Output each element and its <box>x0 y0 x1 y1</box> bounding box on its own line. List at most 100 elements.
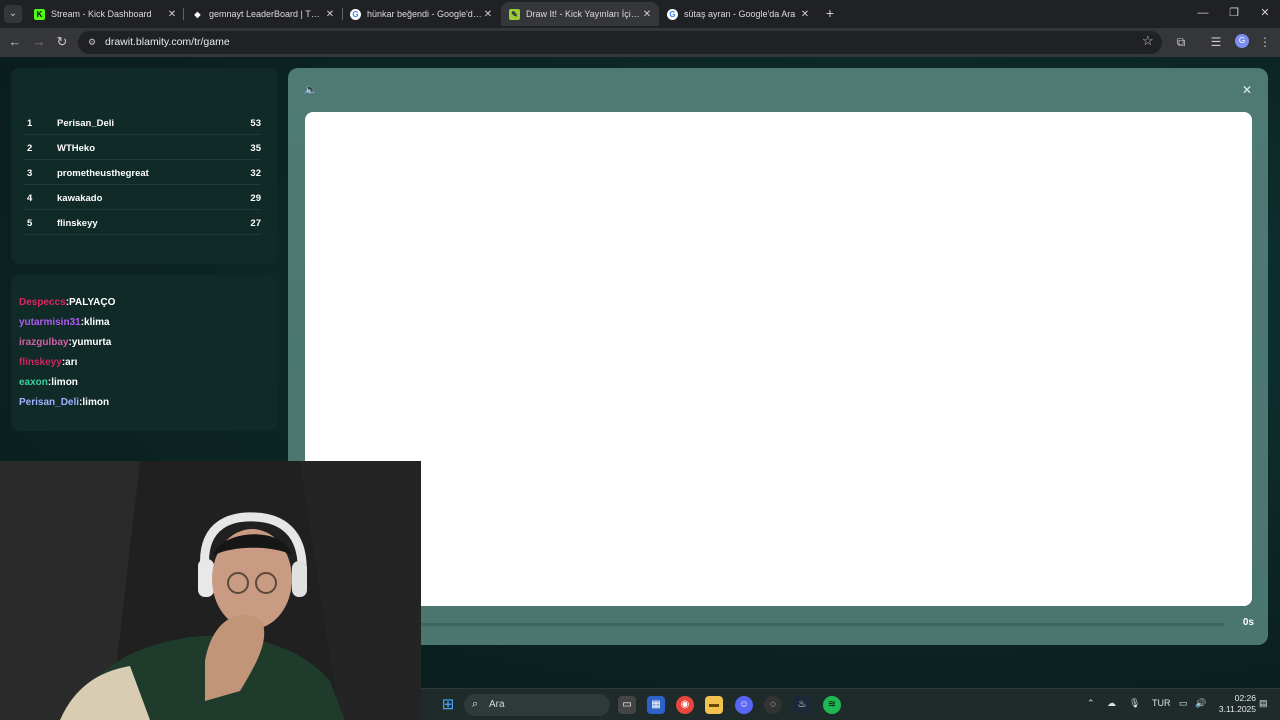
player-name: prometheusthegreat <box>57 168 149 179</box>
google-favicon-icon: G <box>667 8 678 20</box>
leaderboard-row: 3 prometheusthegreat 32 <box>23 161 261 185</box>
score: 29 <box>250 193 261 204</box>
notification-icon[interactable]: ▤ <box>1259 698 1268 709</box>
back-button[interactable]: ← <box>6 33 24 51</box>
tab-label: gemnayt LeaderBoard | The be <box>209 9 324 19</box>
reload-button[interactable]: ↻ <box>53 33 71 51</box>
language-indicator[interactable]: TUR <box>1152 698 1171 708</box>
chat-message: eaxon:limon <box>19 377 78 388</box>
score: 32 <box>250 168 261 179</box>
search-placeholder: Ara <box>489 699 505 710</box>
clock-date: 3.11.2025 <box>1218 704 1256 714</box>
timer-text: 0s <box>1242 617 1254 628</box>
tab-draw-it[interactable]: ✎ Draw It! - Kick Yayınları İçin Çiz ✕ <box>501 2 659 26</box>
chat-text: arı <box>65 357 78 368</box>
tab-label: Draw It! - Kick Yayınları İçin Çiz <box>526 9 641 19</box>
leaderboard-row-partial <box>23 236 261 260</box>
address-bar[interactable]: ⚙ drawit.blamity.com/tr/game ☆ <box>78 31 1162 54</box>
media-controls-icon[interactable]: ☰ <box>1207 33 1225 51</box>
diamond-favicon-icon: ◆ <box>194 9 201 19</box>
chat-user: yutarmisin31 <box>19 317 81 328</box>
chevron-up-icon[interactable]: ⌃ <box>1087 698 1095 709</box>
tab-label: Stream - Kick Dashboard <box>51 9 152 19</box>
taskbar-search[interactable]: ⌕ Ara <box>464 694 610 716</box>
clock[interactable]: 02:26 3.11.2025 <box>1216 693 1256 715</box>
store-icon[interactable]: ▦ <box>647 696 665 714</box>
drawit-favicon-icon: ✎ <box>509 8 520 20</box>
player-name: WTHeko <box>57 143 95 154</box>
chat-text: limon <box>51 377 78 388</box>
spotify-icon[interactable]: ≋ <box>823 696 841 714</box>
chat-user: Despeccs <box>19 297 66 308</box>
speaker-icon[interactable]: 🔈 <box>304 83 318 96</box>
chrome-icon[interactable]: ◉ <box>676 696 694 714</box>
minimize-button[interactable]: — <box>1193 4 1213 22</box>
tab-label: sütaş ayran - Google'da Ara <box>684 9 796 19</box>
chat-text: klima <box>84 317 110 328</box>
file-explorer-icon[interactable]: ▬ <box>705 696 723 714</box>
chat-user: Perisan_Deli <box>19 397 80 408</box>
chat-panel: Despeccs:PALYAÇO yutarmisin31:klima iraz… <box>11 275 277 431</box>
chat-user: eaxon <box>19 377 48 388</box>
windows-taskbar: ⊞ ⌕ Ara ▭ ▦ ◉ ▬ ☺ ◌ ♨ ≋ ⌃ ☁ 🎙 TUR ▭ 🔊 02… <box>421 688 1280 720</box>
clock-time: 02:26 <box>1234 693 1256 703</box>
microphone-icon[interactable]: 🎙 <box>1129 698 1140 709</box>
site-info-icon[interactable]: ⚙ <box>86 36 98 48</box>
tab-leaderboard[interactable]: ◆ gemnayt LeaderBoard | The be ✕ <box>184 2 342 26</box>
close-icon[interactable]: ✕ <box>166 9 178 20</box>
close-icon[interactable]: ✕ <box>799 9 811 20</box>
leaderboard-row: 5 flinskeyy 27 <box>23 211 261 235</box>
chat-message: irazgulbay:yumurta <box>19 337 112 348</box>
timer-progress-bar <box>305 623 1225 626</box>
player-name: kawakado <box>57 193 103 204</box>
close-icon[interactable]: ✕ <box>641 9 653 20</box>
rank: 1 <box>27 118 33 129</box>
webcam-overlay <box>0 461 421 720</box>
new-tab-button[interactable]: + <box>822 5 838 21</box>
discord-icon[interactable]: ☺ <box>735 696 753 714</box>
chat-message: Despeccs:PALYAÇO <box>19 297 116 308</box>
tab-google-sutas[interactable]: G sütaş ayran - Google'da Ara ✕ <box>659 2 817 26</box>
chat-message: Perisan_Deli:limon <box>19 397 110 408</box>
chat-text: PALYAÇO <box>69 297 116 308</box>
menu-icon[interactable]: ⋮ <box>1256 33 1274 51</box>
app-icon[interactable]: ◌ <box>764 696 782 714</box>
restore-button[interactable]: ❐ <box>1224 4 1244 22</box>
kick-favicon-icon: K <box>34 8 45 20</box>
chat-message: flinskeyy:arı <box>19 357 78 368</box>
close-icon[interactable]: ✕ <box>324 9 336 20</box>
search-icon: ⌕ <box>472 698 479 710</box>
task-view-icon[interactable]: ▭ <box>618 696 636 714</box>
rank: 3 <box>27 168 33 179</box>
close-icon[interactable]: ✕ <box>482 9 494 20</box>
steam-icon[interactable]: ♨ <box>793 696 811 714</box>
player-name: flinskeyy <box>57 218 98 229</box>
leaderboard-row: 2 WTHeko 35 <box>23 136 261 160</box>
chat-user: flinskeyy <box>19 357 62 368</box>
volume-icon[interactable]: 🔊 <box>1195 698 1206 709</box>
google-favicon-icon: G <box>350 8 361 20</box>
rank: 5 <box>27 218 33 229</box>
forward-button[interactable]: → <box>30 33 48 51</box>
windows-start-icon[interactable]: ⊞ <box>439 696 457 714</box>
profile-avatar[interactable]: G <box>1235 34 1249 48</box>
chat-text: limon <box>82 397 110 408</box>
chat-text: yumurta <box>71 337 112 348</box>
leaderboard-row: 1 Perisan_Deli 53 <box>23 111 261 135</box>
tab-search-button[interactable]: ⌄ <box>4 5 22 23</box>
close-icon[interactable]: ✕ <box>1242 83 1252 97</box>
drawing-canvas[interactable] <box>305 112 1252 606</box>
chat-message: yutarmisin31:klima <box>19 317 110 328</box>
tab-kick-dashboard[interactable]: K Stream - Kick Dashboard ✕ <box>26 2 184 26</box>
browser-toolbar: ← → ↻ ⚙ drawit.blamity.com/tr/game ☆ ⧉ ☰… <box>0 28 1280 57</box>
webcam-person-image <box>0 461 421 720</box>
cloud-icon[interactable]: ☁ <box>1107 698 1116 709</box>
score: 53 <box>250 118 261 129</box>
url-text: drawit.blamity.com/tr/game <box>105 36 230 48</box>
window-close-button[interactable]: ✕ <box>1255 4 1275 22</box>
bookmark-star-icon[interactable]: ☆ <box>1142 33 1154 49</box>
extensions-icon[interactable]: ⧉ <box>1172 33 1190 51</box>
network-icon[interactable]: ▭ <box>1179 698 1188 709</box>
rank: 2 <box>27 143 33 154</box>
tab-google-hunkar[interactable]: G hünkar beğendi - Google'da Ar ✕ <box>342 2 500 26</box>
